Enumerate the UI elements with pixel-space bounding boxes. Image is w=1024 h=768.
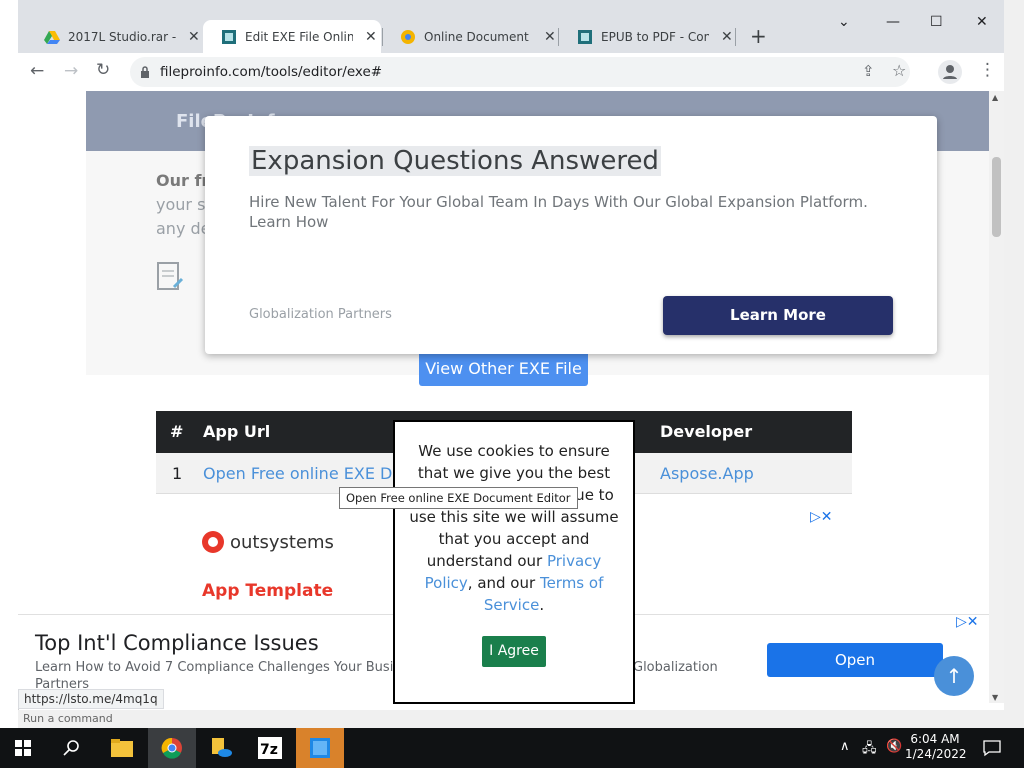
tab-divider (735, 28, 736, 46)
header-app-url: App Url (203, 422, 271, 441)
network-icon[interactable]: 🖧 (862, 739, 877, 761)
bottom-ad-desc-tail: Globalization (633, 660, 718, 675)
cookie-text-1: We use cookies to ensure that we give yo… (417, 442, 611, 482)
ad-popup[interactable]: Expansion Questions Answered Hire New Ta… (205, 116, 937, 354)
tab-title: Online Document Pro (424, 29, 532, 44)
chrome-app[interactable] (148, 728, 196, 768)
close-tab-icon[interactable]: ✕ (544, 29, 556, 45)
windows-taskbar: 7z ∧ 🖧 🔇 6:04 AM 1/24/2022 (0, 728, 1024, 768)
link-tooltip: Open Free online EXE Document Editor (339, 487, 578, 509)
new-tab-button[interactable]: + (750, 24, 767, 48)
header-developer: Developer (660, 422, 753, 441)
outsystems-logo-icon (202, 531, 224, 553)
tab-title: Edit EXE File Online & (245, 29, 353, 44)
cookie-and-our: , and our (467, 574, 536, 592)
onedrive-app[interactable] (198, 728, 246, 768)
lock-icon (141, 66, 149, 78)
document-edit-icon (157, 262, 184, 290)
close-tab-icon[interactable]: ✕ (365, 29, 377, 45)
bottom-ad-title[interactable]: Top Int'l Compliance Issues (35, 631, 319, 655)
outsystems-wordmark: outsystems (230, 531, 334, 553)
profile-avatar-icon[interactable] (938, 60, 962, 84)
cookie-message: We use cookies to ensure that we give yo… (405, 440, 623, 616)
tab-epub-to-pdf[interactable]: EPUB to PDF - Conve ✕ (559, 20, 735, 53)
search-icon[interactable] (63, 739, 81, 757)
ad-popup-description: Hire New Talent For Your Global Team In … (249, 193, 868, 231)
desktop-right-edge (1004, 0, 1024, 728)
scroll-down-icon[interactable]: ▼ (992, 693, 998, 702)
close-tab-icon[interactable]: ✕ (721, 29, 733, 45)
i-agree-button[interactable]: I Agree (482, 636, 546, 667)
tab-title: 2017L Studio.rar - Go (68, 29, 176, 44)
file-icon (222, 29, 236, 44)
hero-text: any de (156, 219, 211, 238)
hero-text: Our fr (156, 171, 210, 190)
windows-start-icon[interactable] (15, 740, 31, 756)
document-cloud-icon (212, 738, 232, 757)
close-tab-icon[interactable]: ✕ (188, 29, 200, 45)
tab-title: EPUB to PDF - Conve (601, 29, 709, 44)
bookmark-star-icon[interactable]: ☆ (892, 61, 906, 80)
back-icon[interactable]: ← (30, 61, 44, 81)
forward-icon[interactable]: → (64, 61, 78, 81)
ad-choices-icon[interactable]: ▷✕ (956, 614, 979, 630)
volume-muted-icon[interactable]: 🔇 (886, 739, 902, 754)
tab-online-document[interactable]: Online Document Pro ✕ (382, 20, 558, 53)
status-url: https://lsto.me/4mq1q (18, 689, 164, 709)
bottom-ad-desc-text: Learn How to Avoid 7 Compliance Challeng… (35, 660, 410, 675)
ad-popup-title[interactable]: Expansion Questions Answered (249, 146, 661, 176)
command-placeholder: Run a command (23, 712, 113, 725)
tab-edit-exe[interactable]: Edit EXE File Online & ✕ (203, 20, 381, 53)
scroll-to-top-button[interactable]: ↑ (934, 656, 974, 696)
header-num: # (170, 422, 184, 441)
browser-tab-strip: 2017L Studio.rar - Go ✕ Edit EXE File On… (18, 0, 1004, 53)
file-icon (578, 29, 592, 44)
tab-google-drive[interactable]: 2017L Studio.rar - Go ✕ (26, 20, 202, 53)
clock-time: 6:04 AM (910, 732, 960, 746)
url-text: fileproinfo.com/tools/editor/exe# (160, 64, 383, 80)
desktop-left-edge (0, 0, 19, 728)
file-explorer-app[interactable] (98, 728, 146, 768)
notifications-icon[interactable] (983, 739, 1001, 757)
ad-advertiser: Globalization Partners (249, 307, 392, 322)
browser-toolbar: ← → ↻ fileproinfo.com/tools/editor/exe# … (18, 53, 1004, 92)
google-drive-icon (44, 30, 60, 44)
row-num: 1 (172, 464, 183, 483)
view-other-exe-button[interactable]: View Other EXE File (419, 354, 588, 386)
taskbar-clock[interactable]: 6:04 AM 1/24/2022 (905, 732, 967, 762)
outsystems-logo[interactable]: outsystems (202, 531, 334, 553)
svg-text:7z: 7z (260, 742, 278, 758)
ad-choices-icon[interactable]: ▷✕ (810, 509, 833, 525)
cookie-consent-dialog: We use cookies to ensure that we give yo… (393, 420, 635, 704)
address-bar[interactable]: fileproinfo.com/tools/editor/exe# ⇪ ☆ (130, 57, 910, 87)
page-scrollbar[interactable]: ▲ ▼ (989, 91, 1004, 703)
scroll-up-icon[interactable]: ▲ (992, 93, 998, 102)
minimize-icon[interactable]: — (886, 14, 900, 30)
command-bar[interactable]: Run a command (18, 710, 1004, 728)
chrome-icon (401, 29, 415, 44)
share-icon[interactable]: ⇪ (862, 62, 875, 80)
chrome-icon (161, 737, 182, 759)
folder-icon (111, 739, 133, 757)
learn-more-button[interactable]: Learn More (663, 296, 893, 335)
reload-icon[interactable]: ↻ (96, 60, 110, 80)
active-app[interactable] (296, 728, 344, 768)
menu-kebab-icon[interactable]: ⋮ (979, 60, 996, 80)
show-hidden-icons-icon[interactable]: ∧ (840, 739, 850, 754)
7zip-icon: 7z (258, 737, 282, 759)
clock-date: 1/24/2022 (905, 747, 967, 761)
developer-link[interactable]: Aspose.App (660, 464, 754, 483)
app-tile-icon (310, 738, 330, 758)
cookie-period: . (539, 596, 545, 614)
app-template-heading: App Template (202, 581, 334, 601)
close-window-icon[interactable]: ✕ (976, 14, 988, 30)
maximize-icon[interactable]: ☐ (930, 14, 943, 30)
scrollbar-thumb[interactable] (992, 157, 1001, 237)
open-ad-button[interactable]: Open (767, 643, 943, 677)
7zip-app[interactable]: 7z (246, 728, 294, 768)
tab-search-icon[interactable]: ⌄ (838, 14, 850, 30)
